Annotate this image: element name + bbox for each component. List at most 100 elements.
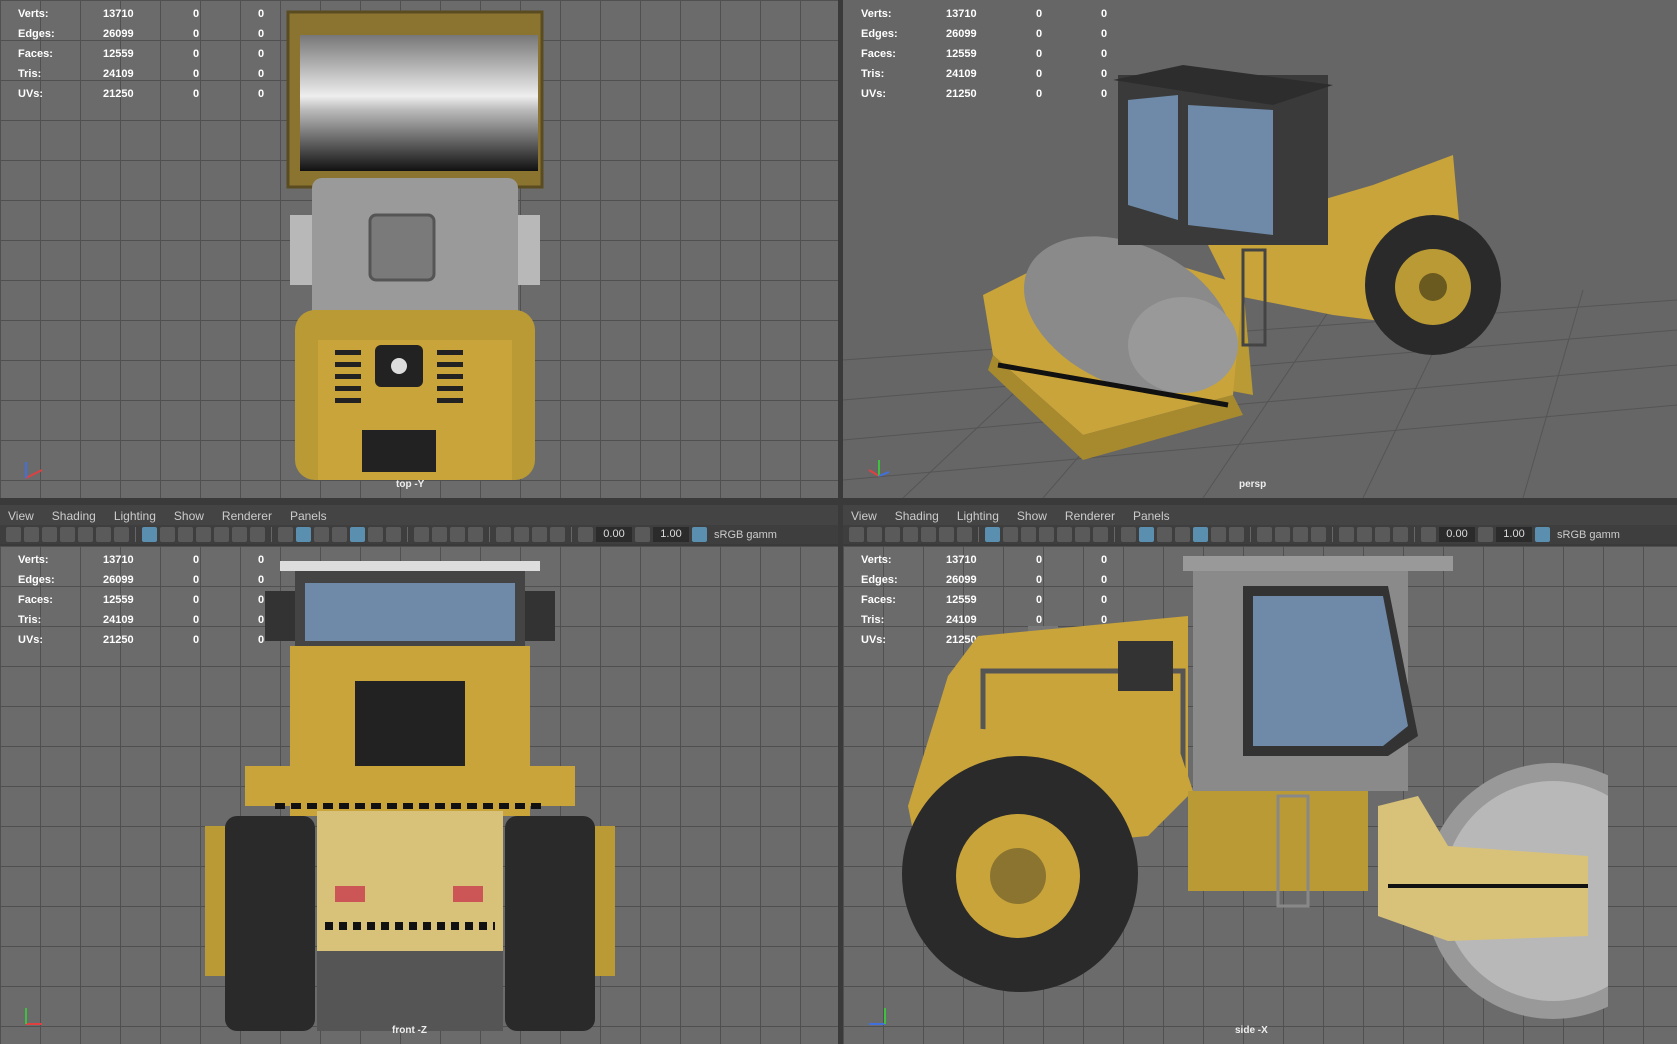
roller-model-top[interactable]	[280, 10, 550, 485]
camera-attributes-icon[interactable]	[24, 527, 39, 542]
grid-icon[interactable]	[142, 527, 157, 542]
wireframe-icon[interactable]	[278, 527, 293, 542]
2d-pan-zoom-icon[interactable]	[96, 527, 111, 542]
depth-of-field-icon[interactable]	[1311, 527, 1326, 542]
image-plane-icon[interactable]	[921, 527, 936, 542]
camera-lock-icon[interactable]	[885, 527, 900, 542]
camera-lock-icon[interactable]	[42, 527, 57, 542]
gate-mask-icon[interactable]	[1039, 527, 1054, 542]
viewport-front[interactable]: Verts: 13710 0 0 Edges: 26099 0 0 Faces: 12559 0…	[0, 546, 838, 1044]
viewport-top[interactable]: Verts: 13710 0 0 Edges: 26099 0 0 Faces: 12559 0…	[0, 0, 838, 498]
backface-culling-icon[interactable]	[550, 527, 565, 542]
axis-gizmo-icon	[869, 1008, 886, 1025]
grid-icon[interactable]	[985, 527, 1000, 542]
camera-label-side: side -X	[1235, 1025, 1268, 1036]
field-chart-icon[interactable]	[214, 527, 229, 542]
menu-panels[interactable]: Panels	[290, 509, 327, 523]
camera-label-persp: persp	[1239, 479, 1267, 490]
menu-view[interactable]: View	[8, 509, 34, 523]
stats-row-uvs: UVs: 21250 0 0	[18, 88, 265, 100]
exposure-icon[interactable]	[578, 527, 593, 542]
textured-icon[interactable]	[350, 527, 365, 542]
safe-action-icon[interactable]	[1075, 527, 1090, 542]
xray-icon[interactable]	[514, 527, 529, 542]
colorspace-label[interactable]: sRGB gamm	[1557, 529, 1620, 541]
default-material-icon[interactable]	[1157, 527, 1172, 542]
smooth-shade-icon[interactable]	[296, 527, 311, 542]
camera-icon[interactable]	[6, 527, 21, 542]
wireframe-on-shaded-icon[interactable]	[1175, 527, 1190, 542]
camera-attributes-icon[interactable]	[867, 527, 882, 542]
menu-lighting[interactable]: Lighting	[957, 509, 999, 523]
bookmark-icon[interactable]	[60, 527, 75, 542]
exposure-icon[interactable]	[1421, 527, 1436, 542]
smooth-shade-icon[interactable]	[1139, 527, 1154, 542]
ambient-occlusion-icon[interactable]	[414, 527, 429, 542]
stats-row-verts: Verts: 13710 0 0	[18, 8, 265, 20]
shadows-icon[interactable]	[1229, 527, 1244, 542]
viewport-persp[interactable]: Verts: 13710 0 0 Edges: 26099 0 0 Faces: 12559 0…	[843, 0, 1677, 498]
anti-aliasing-icon[interactable]	[450, 527, 465, 542]
textured-icon[interactable]	[1193, 527, 1208, 542]
resolution-gate-icon[interactable]	[178, 527, 193, 542]
gamma-field[interactable]: 1.00	[1496, 527, 1532, 542]
menu-shading[interactable]: Shading	[52, 509, 96, 523]
color-management-icon[interactable]	[1535, 527, 1550, 542]
image-plane-icon[interactable]	[78, 527, 93, 542]
menu-show[interactable]: Show	[174, 509, 204, 523]
bookmark-icon[interactable]	[903, 527, 918, 542]
wireframe-on-shaded-icon[interactable]	[332, 527, 347, 542]
menu-view[interactable]: View	[851, 509, 877, 523]
2d-pan-zoom-icon[interactable]	[939, 527, 954, 542]
gamma-field[interactable]: 1.00	[653, 527, 689, 542]
field-chart-icon[interactable]	[1057, 527, 1072, 542]
viewport-side[interactable]: Verts: 13710 0 0 Edges: 26099 0 0 Faces: 12559 0…	[843, 546, 1677, 1044]
camera-icon[interactable]	[849, 527, 864, 542]
viewport-divider-horizontal[interactable]	[0, 498, 1677, 505]
exposure-field[interactable]: 0.00	[596, 527, 632, 542]
color-management-icon[interactable]	[692, 527, 707, 542]
safe-title-icon[interactable]	[1093, 527, 1108, 542]
panel-menubar-front: View Shading Lighting Show Renderer Pane…	[0, 505, 838, 527]
depth-of-field-icon[interactable]	[468, 527, 483, 542]
menu-show[interactable]: Show	[1017, 509, 1047, 523]
shadows-icon[interactable]	[386, 527, 401, 542]
menu-shading[interactable]: Shading	[895, 509, 939, 523]
ambient-occlusion-icon[interactable]	[1257, 527, 1272, 542]
isolate-select-icon[interactable]	[496, 527, 511, 542]
motion-blur-icon[interactable]	[1275, 527, 1290, 542]
motion-blur-icon[interactable]	[432, 527, 447, 542]
grease-pencil-icon[interactable]	[957, 527, 972, 542]
gamma-icon[interactable]	[1478, 527, 1493, 542]
grease-pencil-icon[interactable]	[114, 527, 129, 542]
exposure-field[interactable]: 0.00	[1439, 527, 1475, 542]
roller-model-side[interactable]	[888, 556, 1608, 1036]
xray-joints-icon[interactable]	[532, 527, 547, 542]
lights-icon[interactable]	[368, 527, 383, 542]
gate-mask-icon[interactable]	[196, 527, 211, 542]
isolate-select-icon[interactable]	[1339, 527, 1354, 542]
default-material-icon[interactable]	[314, 527, 329, 542]
colorspace-label[interactable]: sRGB gamm	[714, 529, 777, 541]
panel-toolbar-front: 0.00 1.00 sRGB gamm	[0, 525, 838, 544]
lights-icon[interactable]	[1211, 527, 1226, 542]
safe-action-icon[interactable]	[232, 527, 247, 542]
menu-renderer[interactable]: Renderer	[1065, 509, 1115, 523]
menu-panels[interactable]: Panels	[1133, 509, 1170, 523]
film-gate-icon[interactable]	[160, 527, 175, 542]
stats-row-edges: Edges: 26099 0 0	[18, 28, 265, 40]
wireframe-icon[interactable]	[1121, 527, 1136, 542]
resolution-gate-icon[interactable]	[1021, 527, 1036, 542]
menu-lighting[interactable]: Lighting	[114, 509, 156, 523]
xray-icon[interactable]	[1357, 527, 1372, 542]
gamma-icon[interactable]	[635, 527, 650, 542]
backface-culling-icon[interactable]	[1393, 527, 1408, 542]
anti-aliasing-icon[interactable]	[1293, 527, 1308, 542]
film-gate-icon[interactable]	[1003, 527, 1018, 542]
axis-gizmo-icon	[25, 462, 43, 479]
roller-model-front[interactable]	[205, 561, 635, 1041]
xray-joints-icon[interactable]	[1375, 527, 1390, 542]
safe-title-icon[interactable]	[250, 527, 265, 542]
menu-renderer[interactable]: Renderer	[222, 509, 272, 523]
roller-model-persp[interactable]	[973, 65, 1573, 465]
